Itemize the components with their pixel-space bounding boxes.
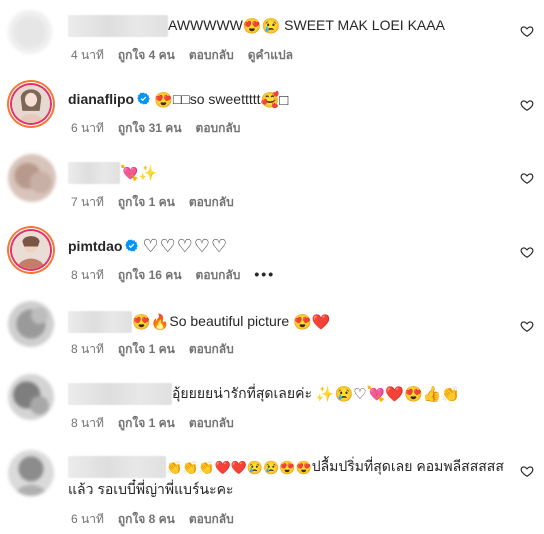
comment-body: อุ้ยยยยน่ารักที่สุดเลยค่ะ ✨😢♡💘❤️😍👍👏	[68, 382, 461, 406]
comment-body: dianaflipo 😍□□so sweettttt🥰□	[68, 88, 288, 110]
comment-body: 😍🔥So beautiful picture 😍❤️	[68, 310, 331, 334]
like-count[interactable]: ถูกใจ 1 คน	[118, 342, 175, 356]
comment-meta: 4 นาที ถูกใจ 4 คน ตอบกลับ ดูคำแปล	[71, 46, 307, 65]
avatar[interactable]	[8, 10, 52, 54]
heart-outline-icon[interactable]	[520, 24, 534, 38]
heart-outline-icon[interactable]	[520, 437, 534, 451]
comment-text: SWEET MAK LOEI KAAA	[280, 17, 445, 33]
timestamp[interactable]: 4 นาที	[71, 48, 104, 62]
comment-text: □□so sweettttt	[172, 91, 261, 107]
comment-emoji: 😍❤️	[293, 314, 331, 331]
username-blurred[interactable]	[68, 15, 168, 38]
like-count[interactable]: ถูกใจ 16 คน	[118, 268, 182, 282]
username-blurred[interactable]	[68, 383, 172, 406]
translate-button[interactable]: ดูคำแปล	[248, 48, 293, 62]
comment-text: AWWWWW	[168, 17, 243, 33]
heart-outline-icon[interactable]	[520, 171, 534, 185]
reply-button[interactable]: ตอบกลับ	[196, 268, 241, 282]
comment-meta: 8 นาที ถูกใจ 1 คน ตอบกลับ	[71, 414, 248, 433]
like-count[interactable]: ถูกใจ 1 คน	[118, 195, 175, 209]
comment-emoji: 😍	[154, 92, 173, 109]
timestamp[interactable]: 8 นาที	[71, 268, 104, 282]
timestamp[interactable]: 6 นาที	[71, 121, 104, 135]
avatar[interactable]	[8, 154, 56, 202]
comment-emoji: 😍🔥	[132, 314, 170, 331]
comment-body: 💘✨	[68, 161, 158, 185]
reply-button[interactable]: ตอบกลับ	[196, 121, 241, 135]
comment-emoji: 🥰□	[260, 92, 289, 109]
comment-emoji: ♡♡♡♡♡	[142, 236, 229, 256]
reply-button[interactable]: ตอบกลับ	[189, 416, 234, 430]
more-dots-icon[interactable]: •••	[254, 266, 275, 282]
comment-meta: 8 นาที ถูกใจ 1 คน ตอบกลับ	[71, 340, 248, 359]
like-count[interactable]: ถูกใจ 31 คน	[118, 121, 182, 135]
comment-body: pimtdao ♡♡♡♡♡	[68, 235, 228, 257]
reply-button[interactable]: ตอบกลับ	[189, 342, 234, 356]
comment-meta: 8 นาที ถูกใจ 16 คน ตอบกลับ •••	[71, 266, 289, 285]
heart-outline-icon[interactable]	[520, 245, 534, 259]
comment-body: 👏👏👏❤️❤️😢😢😍😍ปลื้มปริ่มที่สุดเลย คอมพลีสสส…	[68, 455, 508, 500]
comment-body: AWWWWW😍😢 SWEET MAK LOEI KAAA	[68, 14, 445, 38]
username-blurred[interactable]	[68, 311, 132, 334]
verified-badge-icon	[137, 92, 150, 105]
comment-text: So beautiful picture	[169, 313, 294, 329]
heart-outline-icon[interactable]	[520, 98, 534, 112]
comment-text: อุ้ยยยยน่ารักที่สุดเลยค่ะ	[172, 385, 316, 401]
avatar[interactable]	[8, 301, 54, 347]
username[interactable]: dianaflipo	[68, 91, 134, 107]
comment-emoji: 👏👏👏❤️❤️😢😢😍😍	[166, 460, 312, 475]
comment-meta: 6 นาที ถูกใจ 8 คน ตอบกลับ	[71, 510, 248, 529]
like-count[interactable]: ถูกใจ 4 คน	[118, 48, 175, 62]
comment-meta: 7 นาที ถูกใจ 1 คน ตอบกลับ	[71, 193, 248, 212]
avatar[interactable]	[8, 450, 54, 496]
reply-button[interactable]: ตอบกลับ	[189, 512, 234, 526]
avatar[interactable]	[8, 374, 54, 420]
avatar[interactable]	[12, 231, 50, 269]
reply-button[interactable]: ตอบกลับ	[189, 48, 234, 62]
username-blurred[interactable]	[68, 456, 166, 479]
like-count[interactable]: ถูกใจ 8 คน	[118, 512, 175, 526]
avatar[interactable]	[12, 85, 50, 123]
timestamp[interactable]: 6 นาที	[71, 512, 104, 526]
comment-emoji: 💘✨	[120, 165, 158, 182]
timestamp[interactable]: 7 นาที	[71, 195, 104, 209]
timestamp[interactable]: 8 นาที	[71, 416, 104, 430]
reply-button[interactable]: ตอบกลับ	[189, 195, 234, 209]
heart-outline-icon[interactable]	[520, 464, 534, 478]
like-count[interactable]: ถูกใจ 1 คน	[118, 416, 175, 430]
comment-meta: 6 นาที ถูกใจ 31 คน ตอบกลับ	[71, 119, 254, 138]
comment-emoji: ✨😢♡💘❤️😍👍👏	[315, 386, 461, 403]
timestamp[interactable]: 8 นาที	[71, 342, 104, 356]
verified-badge-icon	[125, 239, 139, 252]
username-blurred[interactable]	[68, 162, 120, 185]
comment-emoji: 😍😢	[242, 18, 281, 35]
heart-outline-icon[interactable]	[520, 319, 534, 333]
username[interactable]: pimtdao	[68, 238, 122, 254]
